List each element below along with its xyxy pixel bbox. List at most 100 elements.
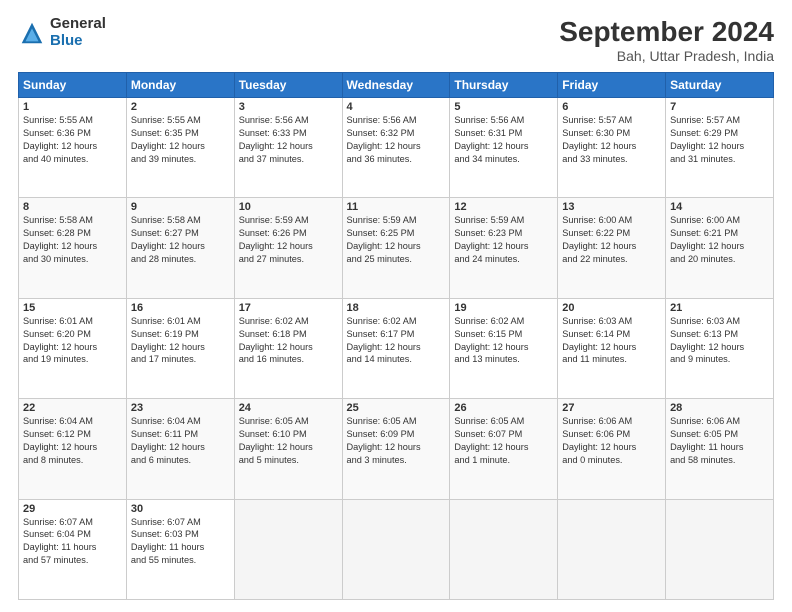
calendar-cell: 23Sunrise: 6:04 AMSunset: 6:11 PMDayligh… — [126, 399, 234, 499]
calendar-cell: 17Sunrise: 6:02 AMSunset: 6:18 PMDayligh… — [234, 298, 342, 398]
calendar-cell: 9Sunrise: 5:58 AMSunset: 6:27 PMDaylight… — [126, 198, 234, 298]
header-thursday: Thursday — [450, 73, 558, 98]
day-info: Sunrise: 5:56 AMSunset: 6:31 PMDaylight:… — [454, 114, 553, 166]
day-number: 9 — [131, 201, 230, 213]
day-info: Sunrise: 6:07 AMSunset: 6:04 PMDaylight:… — [23, 516, 122, 568]
calendar-cell: 8Sunrise: 5:58 AMSunset: 6:28 PMDaylight… — [19, 198, 127, 298]
day-info: Sunrise: 6:00 AMSunset: 6:22 PMDaylight:… — [562, 214, 661, 266]
day-info: Sunrise: 6:04 AMSunset: 6:11 PMDaylight:… — [131, 415, 230, 467]
calendar-cell — [666, 499, 774, 599]
day-info: Sunrise: 5:59 AMSunset: 6:23 PMDaylight:… — [454, 214, 553, 266]
header-friday: Friday — [558, 73, 666, 98]
day-number: 29 — [23, 503, 122, 515]
logo-blue: Blue — [50, 33, 106, 50]
calendar-cell: 13Sunrise: 6:00 AMSunset: 6:22 PMDayligh… — [558, 198, 666, 298]
calendar-cell: 2Sunrise: 5:55 AMSunset: 6:35 PMDaylight… — [126, 98, 234, 198]
day-info: Sunrise: 6:02 AMSunset: 6:17 PMDaylight:… — [347, 315, 446, 367]
calendar-cell: 22Sunrise: 6:04 AMSunset: 6:12 PMDayligh… — [19, 399, 127, 499]
calendar-cell: 18Sunrise: 6:02 AMSunset: 6:17 PMDayligh… — [342, 298, 450, 398]
day-info: Sunrise: 5:57 AMSunset: 6:29 PMDaylight:… — [670, 114, 769, 166]
day-number: 30 — [131, 503, 230, 515]
calendar-cell: 30Sunrise: 6:07 AMSunset: 6:03 PMDayligh… — [126, 499, 234, 599]
day-number: 15 — [23, 302, 122, 314]
day-number: 7 — [670, 101, 769, 113]
calendar-cell: 14Sunrise: 6:00 AMSunset: 6:21 PMDayligh… — [666, 198, 774, 298]
day-number: 1 — [23, 101, 122, 113]
calendar-cell: 5Sunrise: 5:56 AMSunset: 6:31 PMDaylight… — [450, 98, 558, 198]
day-info: Sunrise: 6:00 AMSunset: 6:21 PMDaylight:… — [670, 214, 769, 266]
day-number: 28 — [670, 402, 769, 414]
day-info: Sunrise: 5:56 AMSunset: 6:33 PMDaylight:… — [239, 114, 338, 166]
calendar-cell — [450, 499, 558, 599]
calendar-cell: 25Sunrise: 6:05 AMSunset: 6:09 PMDayligh… — [342, 399, 450, 499]
day-info: Sunrise: 5:59 AMSunset: 6:26 PMDaylight:… — [239, 214, 338, 266]
week-row-5: 29Sunrise: 6:07 AMSunset: 6:04 PMDayligh… — [19, 499, 774, 599]
calendar-cell — [342, 499, 450, 599]
calendar-cell: 12Sunrise: 5:59 AMSunset: 6:23 PMDayligh… — [450, 198, 558, 298]
calendar-table: Sunday Monday Tuesday Wednesday Thursday… — [18, 72, 774, 600]
week-row-4: 22Sunrise: 6:04 AMSunset: 6:12 PMDayligh… — [19, 399, 774, 499]
calendar-cell: 7Sunrise: 5:57 AMSunset: 6:29 PMDaylight… — [666, 98, 774, 198]
day-info: Sunrise: 6:06 AMSunset: 6:05 PMDaylight:… — [670, 415, 769, 467]
title-area: September 2024 Bah, Uttar Pradesh, India — [559, 16, 774, 64]
logo-icon — [18, 19, 46, 47]
logo-text: General Blue — [50, 16, 106, 49]
calendar-cell: 3Sunrise: 5:56 AMSunset: 6:33 PMDaylight… — [234, 98, 342, 198]
day-info: Sunrise: 6:05 AMSunset: 6:09 PMDaylight:… — [347, 415, 446, 467]
calendar-cell: 21Sunrise: 6:03 AMSunset: 6:13 PMDayligh… — [666, 298, 774, 398]
day-info: Sunrise: 6:03 AMSunset: 6:13 PMDaylight:… — [670, 315, 769, 367]
day-number: 27 — [562, 402, 661, 414]
day-info: Sunrise: 5:55 AMSunset: 6:35 PMDaylight:… — [131, 114, 230, 166]
day-number: 12 — [454, 201, 553, 213]
day-info: Sunrise: 6:03 AMSunset: 6:14 PMDaylight:… — [562, 315, 661, 367]
calendar-cell: 27Sunrise: 6:06 AMSunset: 6:06 PMDayligh… — [558, 399, 666, 499]
day-number: 10 — [239, 201, 338, 213]
header-sunday: Sunday — [19, 73, 127, 98]
day-number: 14 — [670, 201, 769, 213]
day-number: 21 — [670, 302, 769, 314]
calendar-cell: 24Sunrise: 6:05 AMSunset: 6:10 PMDayligh… — [234, 399, 342, 499]
day-number: 25 — [347, 402, 446, 414]
day-info: Sunrise: 5:59 AMSunset: 6:25 PMDaylight:… — [347, 214, 446, 266]
day-number: 23 — [131, 402, 230, 414]
calendar-cell: 29Sunrise: 6:07 AMSunset: 6:04 PMDayligh… — [19, 499, 127, 599]
header: General Blue September 2024 Bah, Uttar P… — [18, 16, 774, 64]
day-info: Sunrise: 6:05 AMSunset: 6:10 PMDaylight:… — [239, 415, 338, 467]
day-number: 22 — [23, 402, 122, 414]
day-info: Sunrise: 6:06 AMSunset: 6:06 PMDaylight:… — [562, 415, 661, 467]
day-number: 20 — [562, 302, 661, 314]
calendar-cell: 19Sunrise: 6:02 AMSunset: 6:15 PMDayligh… — [450, 298, 558, 398]
header-tuesday: Tuesday — [234, 73, 342, 98]
calendar-cell: 20Sunrise: 6:03 AMSunset: 6:14 PMDayligh… — [558, 298, 666, 398]
calendar-cell: 1Sunrise: 5:55 AMSunset: 6:36 PMDaylight… — [19, 98, 127, 198]
calendar-subtitle: Bah, Uttar Pradesh, India — [559, 48, 774, 64]
day-number: 4 — [347, 101, 446, 113]
header-saturday: Saturday — [666, 73, 774, 98]
calendar-cell: 11Sunrise: 5:59 AMSunset: 6:25 PMDayligh… — [342, 198, 450, 298]
day-number: 18 — [347, 302, 446, 314]
day-info: Sunrise: 5:58 AMSunset: 6:27 PMDaylight:… — [131, 214, 230, 266]
calendar-cell: 15Sunrise: 6:01 AMSunset: 6:20 PMDayligh… — [19, 298, 127, 398]
day-info: Sunrise: 6:05 AMSunset: 6:07 PMDaylight:… — [454, 415, 553, 467]
day-number: 11 — [347, 201, 446, 213]
day-info: Sunrise: 5:55 AMSunset: 6:36 PMDaylight:… — [23, 114, 122, 166]
day-number: 24 — [239, 402, 338, 414]
week-row-1: 1Sunrise: 5:55 AMSunset: 6:36 PMDaylight… — [19, 98, 774, 198]
day-number: 2 — [131, 101, 230, 113]
week-row-3: 15Sunrise: 6:01 AMSunset: 6:20 PMDayligh… — [19, 298, 774, 398]
calendar-cell: 10Sunrise: 5:59 AMSunset: 6:26 PMDayligh… — [234, 198, 342, 298]
day-info: Sunrise: 5:56 AMSunset: 6:32 PMDaylight:… — [347, 114, 446, 166]
day-number: 6 — [562, 101, 661, 113]
day-info: Sunrise: 6:07 AMSunset: 6:03 PMDaylight:… — [131, 516, 230, 568]
day-info: Sunrise: 5:57 AMSunset: 6:30 PMDaylight:… — [562, 114, 661, 166]
calendar-cell: 28Sunrise: 6:06 AMSunset: 6:05 PMDayligh… — [666, 399, 774, 499]
day-number: 16 — [131, 302, 230, 314]
day-info: Sunrise: 6:04 AMSunset: 6:12 PMDaylight:… — [23, 415, 122, 467]
day-number: 13 — [562, 201, 661, 213]
day-info: Sunrise: 6:01 AMSunset: 6:20 PMDaylight:… — [23, 315, 122, 367]
calendar-cell: 6Sunrise: 5:57 AMSunset: 6:30 PMDaylight… — [558, 98, 666, 198]
header-monday: Monday — [126, 73, 234, 98]
day-info: Sunrise: 6:02 AMSunset: 6:15 PMDaylight:… — [454, 315, 553, 367]
header-row: Sunday Monday Tuesday Wednesday Thursday… — [19, 73, 774, 98]
day-info: Sunrise: 6:02 AMSunset: 6:18 PMDaylight:… — [239, 315, 338, 367]
